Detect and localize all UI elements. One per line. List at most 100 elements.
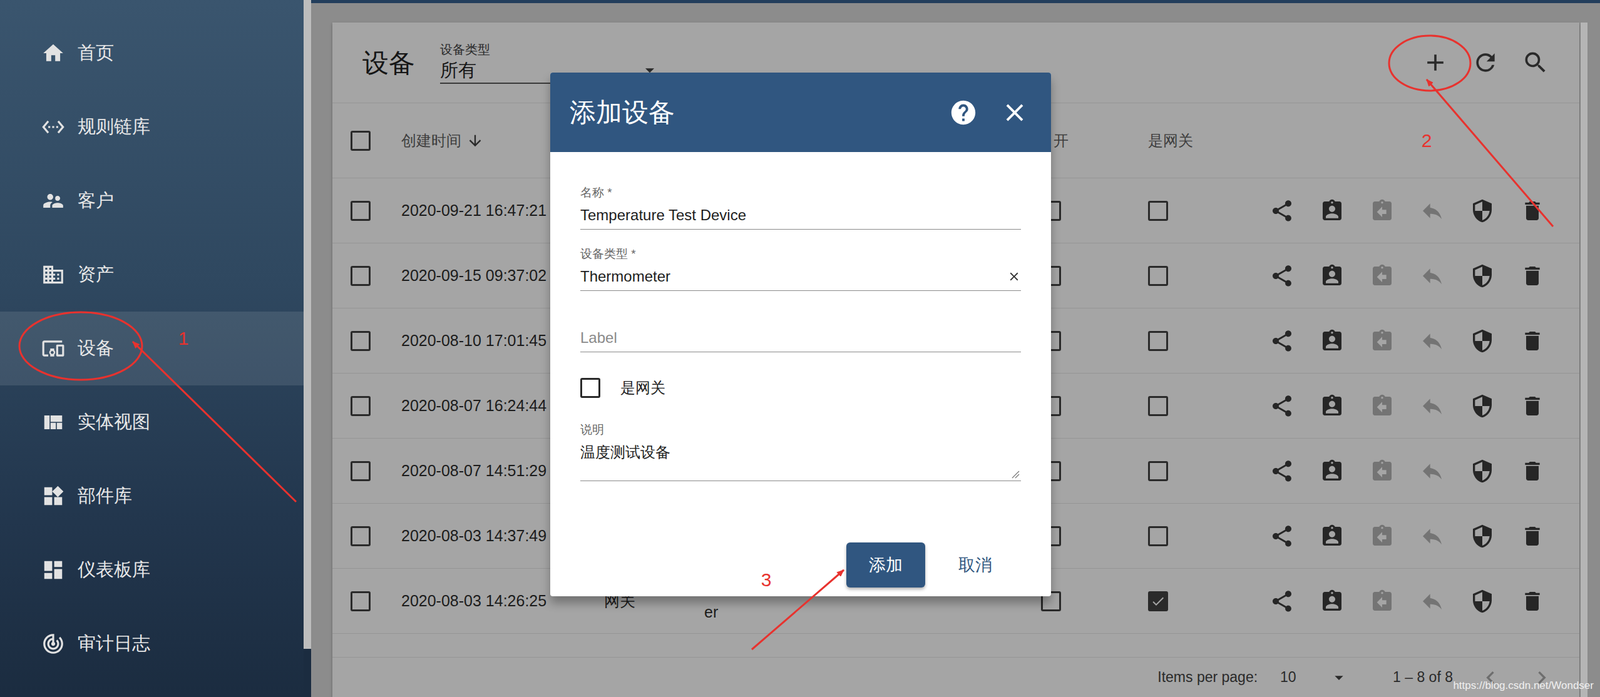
sidebar-item[interactable]: 设备 (0, 311, 304, 386)
public-icon[interactable] (1419, 198, 1445, 224)
gateway-checkbox[interactable] (1148, 331, 1169, 352)
sidebar-item[interactable]: 仪表板库 (0, 533, 304, 608)
page-range: 1 – 8 of 8 (1392, 666, 1453, 689)
share-icon[interactable] (1269, 263, 1295, 289)
gateway-checkbox[interactable] (1148, 526, 1169, 547)
gateway-checkbox[interactable] (1148, 266, 1169, 287)
assign-icon[interactable] (1319, 198, 1345, 224)
public-icon[interactable] (1419, 458, 1445, 484)
row-checkbox[interactable] (350, 200, 371, 221)
share-icon[interactable] (1269, 198, 1295, 224)
delete-icon[interactable] (1519, 589, 1545, 615)
credentials-icon[interactable] (1469, 263, 1495, 289)
resize-handle-icon[interactable] (1010, 470, 1020, 479)
row-actions (1256, 198, 1580, 224)
highlight-circle-icon (19, 312, 143, 380)
row-checkbox[interactable] (350, 396, 371, 417)
row-checkbox[interactable] (350, 461, 371, 482)
assign-icon[interactable] (1319, 458, 1345, 484)
row-checkbox[interactable] (350, 331, 371, 352)
unassign-icon[interactable] (1369, 523, 1395, 549)
assign-icon[interactable] (1319, 523, 1345, 549)
annotation-number: 1 (178, 328, 190, 350)
select-all-checkbox[interactable] (350, 130, 371, 151)
public-icon[interactable] (1419, 589, 1445, 615)
add-icon[interactable] (1421, 48, 1450, 77)
gateway-field[interactable]: 是网关 (580, 376, 1021, 400)
credentials-icon[interactable] (1469, 589, 1495, 615)
delete-icon[interactable] (1519, 393, 1545, 419)
credentials-icon[interactable] (1469, 198, 1495, 224)
public-icon[interactable] (1419, 523, 1445, 549)
close-icon[interactable] (1000, 98, 1030, 128)
credentials-icon[interactable] (1469, 393, 1495, 419)
public-icon[interactable] (1419, 393, 1445, 419)
sidebar-item[interactable]: 首页 (0, 16, 304, 91)
sidebar-item[interactable]: 资产 (0, 237, 304, 312)
search-icon[interactable] (1521, 48, 1550, 77)
share-icon[interactable] (1269, 328, 1295, 354)
delete-icon[interactable] (1519, 523, 1545, 549)
credentials-icon[interactable] (1469, 458, 1495, 484)
public-icon[interactable] (1419, 263, 1445, 289)
sidebar-item[interactable]: 审计日志 (0, 607, 304, 682)
gateway-checkbox[interactable] (1148, 461, 1169, 482)
menu-icon (41, 41, 66, 66)
menu-icon (41, 336, 66, 361)
form-field[interactable]: 名称 *Temperature Test Device (580, 185, 1021, 230)
sidebar-item[interactable]: 实体视图 (0, 385, 304, 460)
assign-icon[interactable] (1319, 328, 1345, 354)
delete-icon[interactable] (1519, 198, 1545, 224)
sidebar-scrollbar[interactable] (303, 0, 312, 697)
main-scrollbar[interactable] (1580, 22, 1588, 697)
clear-icon[interactable] (1007, 269, 1021, 284)
credentials-icon[interactable] (1469, 523, 1495, 549)
delete-icon[interactable] (1519, 328, 1545, 354)
gateway-checkbox[interactable] (1148, 591, 1169, 612)
arrow-icon (132, 341, 297, 503)
row-actions (1256, 589, 1580, 615)
assign-icon[interactable] (1319, 263, 1345, 289)
public-icon[interactable] (1419, 328, 1445, 354)
assign-icon[interactable] (1319, 589, 1345, 615)
help-icon[interactable] (948, 98, 978, 128)
row-checkbox[interactable] (350, 591, 371, 612)
row-checkbox[interactable] (350, 526, 371, 547)
form-field[interactable]: Label (580, 307, 1021, 353)
unassign-icon[interactable] (1369, 198, 1395, 224)
column-header[interactable]: 是网关 (1148, 129, 1224, 153)
description-field[interactable]: 说明温度测试设备 (580, 422, 1021, 482)
form-field[interactable]: 设备类型 *Thermometer (580, 246, 1021, 292)
share-icon[interactable] (1269, 393, 1295, 419)
annotation-number: 3 (761, 569, 772, 591)
unassign-icon[interactable] (1369, 589, 1395, 615)
sidebar-item[interactable]: 规则链库 (0, 90, 304, 165)
unassign-icon[interactable] (1369, 328, 1395, 354)
refresh-icon[interactable] (1471, 48, 1500, 77)
unassign-icon[interactable] (1369, 263, 1395, 289)
cancel-button[interactable]: 取消 (941, 542, 1010, 588)
add-device-dialog: 添加设备名称 *Temperature Test Device设备类型 *The… (550, 72, 1052, 597)
menu-icon (41, 484, 66, 509)
gateway-checkbox[interactable] (580, 378, 601, 399)
share-icon[interactable] (1269, 523, 1295, 549)
dialog-actions: 添加取消 (550, 542, 1052, 588)
delete-icon[interactable] (1519, 458, 1545, 484)
paginator: Items per page:101 – 8 of 8 (332, 657, 1580, 697)
assign-icon[interactable] (1319, 393, 1345, 419)
share-icon[interactable] (1269, 458, 1295, 484)
gateway-checkbox[interactable] (1148, 200, 1169, 221)
add-button[interactable]: 添加 (846, 542, 926, 588)
row-checkbox[interactable] (350, 266, 371, 287)
page-size-select[interactable]: 10 (1280, 666, 1349, 689)
sidebar-item[interactable]: 客户 (0, 164, 304, 238)
row-actions (1256, 523, 1580, 549)
gateway-checkbox[interactable] (1148, 396, 1169, 417)
menu-icon (41, 410, 66, 435)
delete-icon[interactable] (1519, 263, 1545, 289)
share-icon[interactable] (1269, 589, 1295, 615)
unassign-icon[interactable] (1369, 393, 1395, 419)
sidebar-item[interactable]: 部件库 (0, 459, 304, 534)
unassign-icon[interactable] (1369, 458, 1395, 484)
credentials-icon[interactable] (1469, 328, 1495, 354)
